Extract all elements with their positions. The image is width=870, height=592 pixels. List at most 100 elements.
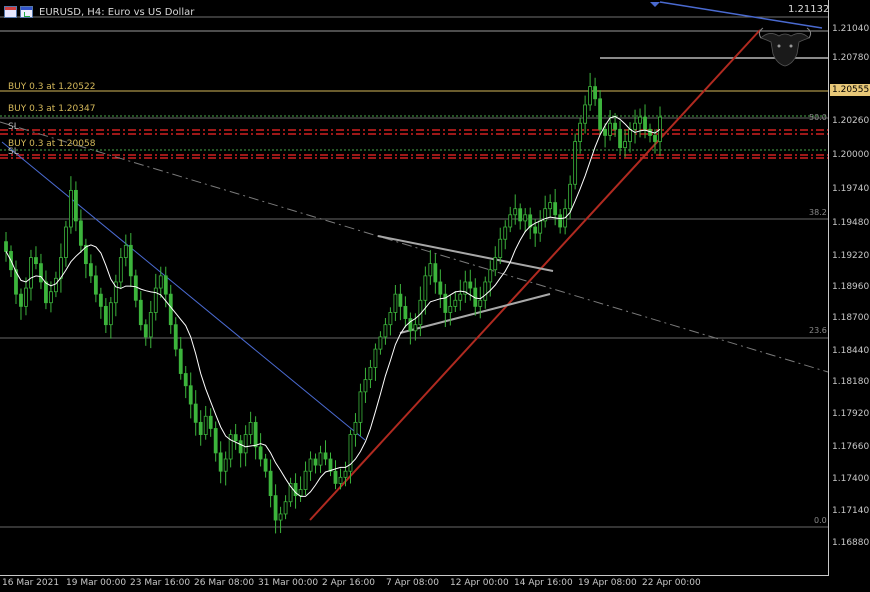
- candle-body: [133, 275, 138, 301]
- chart-icon[interactable]: [20, 6, 33, 18]
- order-label[interactable]: BUY 0.3 at 1.20347: [8, 104, 95, 114]
- candle-body: [393, 293, 398, 313]
- candle-body: [308, 458, 313, 472]
- candle-body: [468, 281, 473, 289]
- candle-body: [243, 434, 248, 454]
- candle-body: [558, 214, 563, 228]
- bull-logo: [758, 27, 812, 67]
- candle-body: [383, 324, 388, 338]
- candle-body: [213, 428, 218, 454]
- candle-body: [493, 257, 498, 271]
- candle-body: [458, 293, 463, 301]
- candle-body: [568, 183, 573, 210]
- candle-body: [298, 489, 303, 497]
- candle-body: [278, 513, 283, 521]
- candle-body: [4, 241, 8, 252]
- order-label[interactable]: BUY 0.3 at 1.20522: [8, 82, 95, 92]
- price-tick-label: 1.17920: [832, 409, 870, 419]
- candle-body: [228, 434, 233, 460]
- price-tick-label: 1.16880: [832, 538, 870, 548]
- candle-body: [203, 415, 208, 435]
- candle-body: [333, 470, 338, 484]
- candle-body: [39, 263, 43, 283]
- candle-body: [173, 324, 178, 350]
- candle-body: [498, 238, 503, 258]
- candle-body: [518, 208, 523, 222]
- candle-body: [403, 305, 408, 319]
- candle-body: [138, 299, 143, 326]
- price-tick-label: 1.20260: [832, 116, 870, 126]
- date-tick-label: 22 Apr 00:00: [642, 578, 701, 588]
- price-tick-label: 1.17140: [832, 506, 870, 516]
- candle-body: [49, 291, 53, 304]
- price-tick-label: 1.18960: [832, 282, 870, 292]
- triangle-upper[interactable]: [377, 235, 554, 272]
- candle-body: [73, 189, 78, 222]
- window-icon[interactable]: [4, 6, 17, 18]
- candle-body: [638, 116, 642, 124]
- candle-body: [283, 501, 288, 515]
- candle-body: [448, 305, 453, 313]
- price-tick-label: 1.20780: [832, 53, 870, 63]
- candle-body: [193, 403, 198, 423]
- candle-body: [508, 214, 513, 228]
- candle-body: [128, 244, 133, 277]
- candle-body: [438, 281, 443, 295]
- candle-body: [483, 281, 488, 301]
- candle-body: [208, 415, 213, 429]
- candle-body: [573, 141, 578, 185]
- candle-body: [588, 86, 593, 106]
- candle-body: [373, 348, 378, 368]
- chart-window[interactable]: EURUSD, H4: Euro vs US Dollar 1.21132 BU…: [0, 0, 870, 592]
- fib-label-0: 0.0: [814, 516, 827, 525]
- candle-body: [198, 421, 203, 435]
- candle-body: [553, 202, 558, 216]
- candle-body: [478, 299, 483, 307]
- candle-body: [233, 434, 238, 442]
- candle-body: [503, 226, 508, 240]
- candle-body: [218, 452, 223, 472]
- candle-body: [148, 312, 153, 338]
- candle-body: [388, 312, 393, 326]
- candle-body: [93, 275, 98, 295]
- candle-body: [538, 220, 543, 234]
- candle-body: [363, 379, 368, 393]
- date-tick-label: 16 Mar 2021: [2, 578, 60, 588]
- date-tick-label: 31 Mar 00:00: [258, 578, 319, 588]
- price-chart[interactable]: [0, 0, 870, 592]
- candle-body: [488, 269, 493, 283]
- price-tick-label: 1.19220: [832, 251, 870, 261]
- date-tick-label: 7 Apr 08:00: [386, 578, 439, 588]
- candle-body: [248, 421, 253, 435]
- stop-loss-label[interactable]: SL: [8, 122, 19, 132]
- candle-body: [413, 324, 418, 332]
- date-tick-label: 26 Mar 08:00: [194, 578, 255, 588]
- candle-body: [613, 122, 617, 130]
- candle-body: [98, 293, 103, 307]
- candle-body: [64, 226, 68, 258]
- fib-label-38: 38.2: [809, 208, 827, 217]
- candle-body: [328, 458, 333, 472]
- candle-body: [338, 476, 343, 484]
- order-label[interactable]: BUY 0.3 at 1.20058: [8, 139, 95, 149]
- candle-body: [633, 122, 637, 130]
- candle-body: [533, 226, 538, 234]
- stop-loss-label[interactable]: SL: [8, 147, 19, 157]
- candle-body: [358, 391, 363, 423]
- candle-body: [313, 458, 318, 466]
- candle-body: [348, 434, 353, 472]
- candle-body: [428, 263, 433, 277]
- price-tick-label: 1.18440: [832, 346, 870, 356]
- candle-body: [118, 257, 123, 283]
- candle-body: [593, 86, 597, 100]
- candle-body: [513, 208, 518, 216]
- date-tick-label: 14 Apr 16:00: [514, 578, 573, 588]
- candle-body: [453, 299, 458, 307]
- uptrend-line[interactable]: [309, 29, 761, 521]
- candle-body: [188, 385, 193, 405]
- date-tick-label: 23 Mar 16:00: [130, 578, 191, 588]
- candle-body: [103, 305, 108, 326]
- candle-body: [273, 495, 278, 521]
- price-tick-label: 1.19480: [832, 218, 870, 228]
- candle-body: [353, 421, 358, 435]
